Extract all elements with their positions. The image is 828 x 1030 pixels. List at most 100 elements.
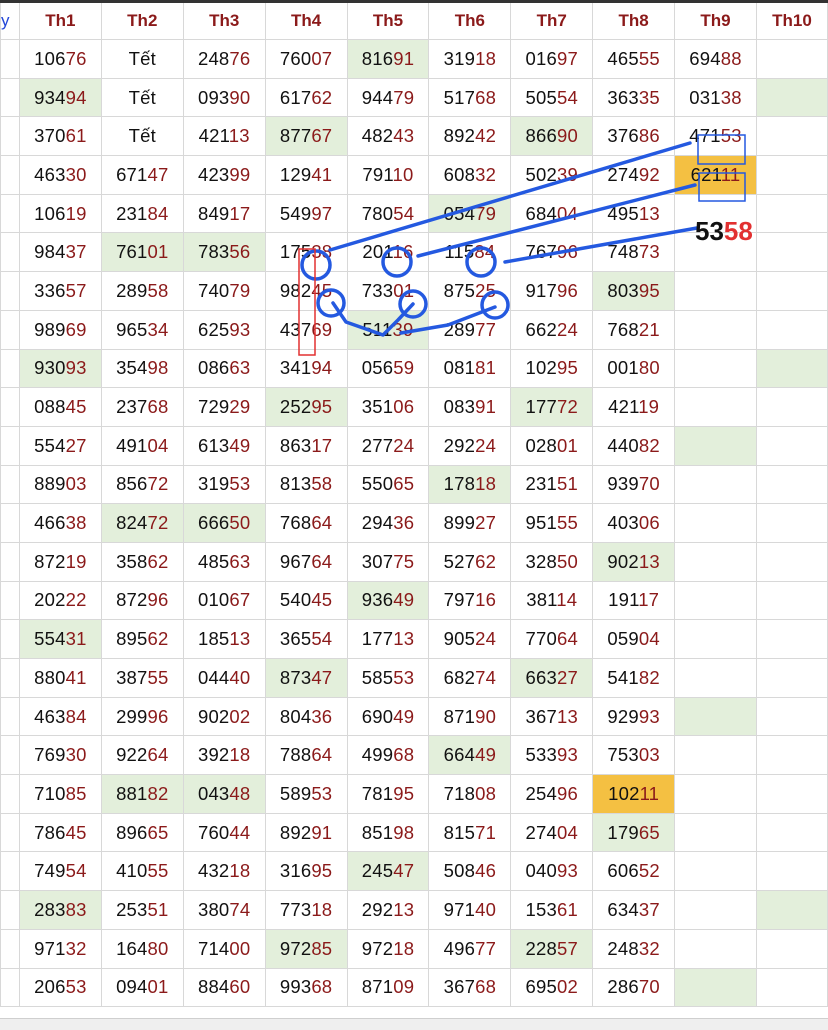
cell-value: 93649 bbox=[361, 589, 415, 611]
table-cell: 80436 bbox=[264, 696, 348, 737]
table-cell: 28977 bbox=[428, 309, 512, 350]
table-cell: 20653 bbox=[18, 967, 102, 1008]
table-cell bbox=[674, 658, 757, 698]
table-cell: 74954 bbox=[18, 851, 102, 892]
cell-value: 29224 bbox=[443, 434, 497, 456]
table-cell: 35106 bbox=[346, 387, 430, 427]
table-cell: 46384 bbox=[18, 696, 102, 737]
table-cell: 86690 bbox=[510, 116, 594, 157]
table-cell: 90524 bbox=[428, 619, 512, 659]
cell-value: 69502 bbox=[525, 976, 578, 998]
cell-value: 33657 bbox=[34, 279, 87, 301]
table-cell: 50239 bbox=[510, 155, 594, 195]
table-row: 55427 49104 61349 86317 27724 29224 02801 44082 bbox=[0, 425, 828, 466]
cell-value: 74079 bbox=[197, 279, 251, 301]
table-cell bbox=[674, 541, 757, 582]
table-cell bbox=[755, 851, 828, 892]
table-cell: 09390 bbox=[182, 77, 266, 118]
table-cell: 19117 bbox=[592, 580, 676, 621]
cell-value: 98245 bbox=[279, 279, 333, 301]
table-cell: 24547 bbox=[346, 851, 430, 892]
table-cell: 69488 bbox=[674, 39, 757, 79]
table-cell: 97140 bbox=[428, 890, 512, 930]
cell-value: 76930 bbox=[34, 744, 87, 766]
table-cell: 39218 bbox=[182, 735, 266, 776]
cell-value: 50239 bbox=[525, 163, 578, 185]
table-cell: 10295 bbox=[510, 348, 594, 389]
table-cell: 09401 bbox=[100, 967, 184, 1008]
table-cell: 50846 bbox=[428, 851, 512, 892]
cell-value: 10676 bbox=[34, 47, 87, 69]
table-cell: 17713 bbox=[346, 619, 430, 659]
cell-value: 42113 bbox=[198, 125, 250, 147]
table-row: 28383 25351 38074 77318 29213 97140 15361 63437 bbox=[0, 890, 828, 930]
table-cell: 29996 bbox=[100, 696, 184, 737]
cell-value: 03138 bbox=[689, 86, 742, 108]
table-cell: 97132 bbox=[18, 928, 102, 969]
cell-value: 87347 bbox=[279, 666, 333, 688]
table-cell: 78054 bbox=[346, 193, 430, 234]
cell-value: 89665 bbox=[116, 821, 169, 843]
table-cell: 03138 bbox=[674, 77, 757, 118]
table-cell: 17772 bbox=[510, 387, 594, 427]
table-cell bbox=[674, 696, 757, 737]
cell-value: 08845 bbox=[34, 396, 87, 418]
cell-value: 80436 bbox=[279, 705, 333, 727]
table-cell bbox=[674, 735, 757, 776]
cell-value: 62111 bbox=[690, 163, 741, 185]
row-label-cell bbox=[0, 812, 20, 853]
cell-value: 05479 bbox=[443, 202, 497, 224]
table-cell bbox=[755, 464, 828, 505]
table-row: 37061 Tết 42113 87767 48243 89242 86690 37686 47… bbox=[0, 116, 828, 157]
table-cell: 29224 bbox=[428, 425, 512, 466]
table-cell: 87347 bbox=[264, 658, 348, 698]
table-cell: 80395 bbox=[592, 271, 676, 311]
cell-value: 04440 bbox=[197, 666, 251, 688]
cell-value: Tết bbox=[128, 86, 156, 108]
cell-value: 42119 bbox=[608, 396, 660, 418]
table-cell: 24876 bbox=[182, 39, 266, 79]
cell-value: 41055 bbox=[116, 860, 169, 882]
table-cell bbox=[674, 387, 757, 427]
row-label-cell bbox=[0, 387, 20, 427]
cell-value: 20116 bbox=[362, 241, 414, 263]
table-cell: 10619 bbox=[18, 193, 102, 234]
table-cell: 01067 bbox=[182, 580, 266, 621]
cell-value: 52762 bbox=[443, 550, 497, 572]
table-cell: 47153 bbox=[674, 116, 757, 157]
table-row: 33657 28958 74079 98245 73301 87525 91796 80395 bbox=[0, 271, 828, 311]
table-cell bbox=[755, 155, 828, 195]
table-cell: 89242 bbox=[428, 116, 512, 157]
table-cell: 27492 bbox=[592, 155, 676, 195]
cell-value: 86317 bbox=[279, 434, 333, 456]
row-label-cell bbox=[0, 271, 20, 311]
table-cell bbox=[755, 928, 828, 969]
table-cell: 43769 bbox=[264, 309, 348, 350]
table-cell bbox=[674, 890, 757, 930]
table-cell: Tết bbox=[100, 116, 184, 157]
table-cell: 63437 bbox=[592, 890, 676, 930]
table-cell: 78645 bbox=[18, 812, 102, 853]
table-cell: 48243 bbox=[346, 116, 430, 157]
cell-value: 78864 bbox=[279, 744, 333, 766]
cell-value: 42399 bbox=[197, 163, 251, 185]
table-cell: 76007 bbox=[264, 39, 348, 79]
cell-value: 36335 bbox=[607, 86, 660, 108]
cell-value: 31695 bbox=[279, 860, 333, 882]
cell-value: 10295 bbox=[525, 357, 578, 379]
table-cell: 04348 bbox=[182, 774, 266, 814]
cell-value: 92264 bbox=[116, 744, 169, 766]
table-cell: 54997 bbox=[264, 193, 348, 234]
table-cell: 05659 bbox=[346, 348, 430, 389]
table-cell: 90213 bbox=[592, 541, 676, 582]
table-row: 98437 76101 78356 17538 20116 11584 76796 74873 bbox=[0, 232, 828, 273]
table-cell bbox=[755, 387, 828, 427]
table-cell: 93093 bbox=[18, 348, 102, 389]
table-cell: 58953 bbox=[264, 774, 348, 814]
cell-value: 23151 bbox=[525, 473, 578, 495]
table-cell: 85672 bbox=[100, 464, 184, 505]
table-cell: 29436 bbox=[346, 503, 430, 543]
table-cell: 16480 bbox=[100, 928, 184, 969]
table-row: 46638 82472 66650 76864 29436 89927 95155 40306 bbox=[0, 503, 828, 543]
cell-value: 87190 bbox=[443, 705, 497, 727]
